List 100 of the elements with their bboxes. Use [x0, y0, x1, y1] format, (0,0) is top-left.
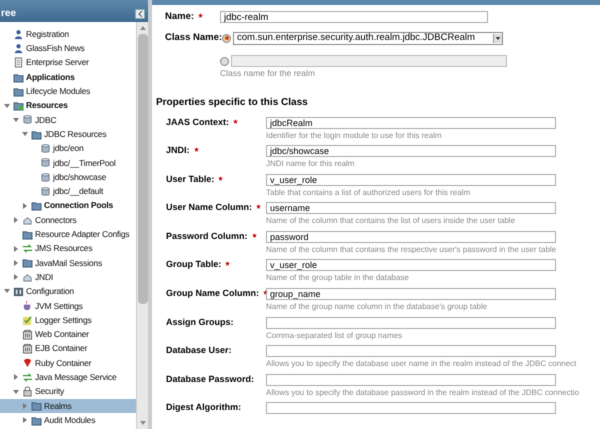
text-field[interactable] — [266, 374, 556, 386]
tree-label: Realms — [44, 402, 72, 410]
text-field[interactable] — [266, 345, 556, 358]
collapsed-caret-icon[interactable] — [22, 202, 28, 209]
collapsed-caret-icon[interactable] — [22, 402, 28, 409]
radio-button[interactable] — [222, 34, 231, 42]
field-hint: Identifier for the login module to use for this realm — [266, 130, 443, 140]
folder-icon — [22, 257, 33, 268]
tree-item[interactable]: Connection Pools — [0, 198, 136, 213]
person-icon — [13, 28, 24, 40]
tree-item[interactable]: Configuration — [0, 284, 136, 299]
tree-label: GlassFish News — [26, 44, 85, 53]
tree-item[interactable]: EJB Container — [0, 342, 136, 356]
text-field[interactable] — [266, 402, 556, 414]
field-hint: Class name for the realm — [220, 69, 316, 78]
text-field[interactable]: v_user_role — [266, 174, 556, 186]
tree-item[interactable]: JavaMail Sessions — [0, 256, 136, 270]
field-label: Database Password: — [166, 374, 254, 386]
expanded-caret-icon[interactable] — [13, 388, 19, 395]
tree-item[interactable]: Security — [0, 384, 136, 399]
arrows-icon — [22, 372, 33, 383]
name-field[interactable]: jdbc-realm — [220, 11, 488, 23]
scrollbar[interactable] — [136, 22, 148, 429]
text-field[interactable] — [266, 316, 556, 329]
scroll-down-icon[interactable] — [140, 420, 146, 426]
scrollbar-thumb[interactable] — [138, 34, 148, 304]
field-label: Group Table: — [166, 260, 222, 272]
tree-label: EJB Container — [35, 344, 88, 353]
text-field[interactable]: jdbcRealm — [266, 116, 556, 128]
tree-item[interactable]: GlassFish News — [0, 41, 136, 56]
tree-item[interactable]: Logger Settings — [0, 312, 136, 328]
tree-label: jdbc/showcase — [53, 172, 106, 182]
field-hint: Name of the column that contains the respective user's password in the user table — [266, 244, 558, 254]
tree-item[interactable]: Ruby Container — [0, 356, 136, 370]
folder-icon — [31, 200, 42, 212]
tree-label: Java Message Service — [35, 373, 117, 382]
connector-icon — [22, 272, 33, 283]
tree-label: Audit Modules — [44, 416, 96, 424]
collapsed-caret-icon[interactable] — [13, 260, 19, 266]
field-label: JAAS Context: — [166, 118, 230, 128]
class-select[interactable]: com.sun.enterprise.security.auth.realm.jdbc.JDBCRealm — [233, 32, 503, 44]
expanded-caret-icon[interactable] — [22, 131, 28, 138]
collapsed-caret-icon[interactable] — [13, 217, 19, 223]
text-field[interactable]: jdbc/showcase — [266, 145, 556, 158]
connector-icon — [22, 214, 33, 226]
collapsed-caret-icon[interactable] — [13, 374, 19, 380]
tree-item[interactable]: Audit Modules — [0, 413, 136, 428]
collapsed-caret-icon[interactable] — [13, 274, 19, 280]
field-label: Database User: — [166, 346, 232, 358]
document-icon — [13, 57, 24, 68]
tree-label: Configuration — [26, 287, 74, 296]
config-icon — [13, 286, 24, 297]
field-label: JNDI: — [166, 146, 190, 158]
tree-item[interactable]: Registration — [0, 27, 136, 42]
field-hint: Name of the group name column in the database's group table — [266, 302, 488, 312]
tree-item[interactable]: Enterprise Server — [0, 56, 136, 70]
tree-item[interactable]: Resources — [0, 98, 136, 113]
tree-item[interactable]: Connectors — [0, 212, 136, 228]
tree-item[interactable]: JVM Settings — [0, 298, 136, 313]
tree-item[interactable]: Lifecycle Modules — [0, 84, 136, 98]
collapsed-caret-icon[interactable] — [13, 246, 19, 252]
field-hint: JNDI name for this realm — [266, 159, 356, 168]
tree-label: JavaMail Sessions — [35, 258, 102, 268]
text-field[interactable]: username — [266, 202, 556, 214]
field-label: Class Name: — [165, 33, 222, 43]
tree-item[interactable]: JDBC Resources — [0, 127, 136, 142]
field-label: Password Column: — [166, 232, 248, 243]
collapsed-caret-icon[interactable] — [22, 417, 28, 424]
collapse-button[interactable] — [135, 9, 145, 19]
tree-item[interactable]: JNDI — [0, 270, 136, 284]
class-text-field[interactable] — [231, 55, 507, 67]
tree-item[interactable]: Java Message Service — [0, 370, 136, 384]
tree-item[interactable]: jdbc/__default — [0, 184, 136, 199]
expanded-caret-icon[interactable] — [4, 102, 10, 109]
folder-icon — [31, 400, 42, 412]
tree-item[interactable]: Realms — [0, 398, 136, 414]
tree-item[interactable]: jdbc/showcase — [0, 170, 136, 184]
scroll-up-icon[interactable] — [140, 25, 146, 31]
tree-item[interactable]: jdbc/eon — [0, 141, 136, 156]
field-label: Name: — [165, 12, 194, 22]
tree-item[interactable]: jdbc/__TimerPool — [0, 156, 136, 170]
tree-item[interactable]: Resource Adapter Configs — [0, 227, 136, 242]
folder-icon — [31, 128, 42, 140]
person-icon — [13, 42, 24, 54]
tree-label: Connection Pools — [44, 201, 114, 210]
tree-label: JNDI — [35, 272, 54, 282]
tree-item[interactable]: Applications — [0, 70, 136, 84]
tree-label: Lifecycle Modules — [26, 87, 90, 96]
tree-item[interactable]: JDBC — [0, 112, 136, 128]
dropdown-caret-icon — [493, 34, 502, 42]
expanded-caret-icon[interactable] — [4, 288, 10, 294]
text-field[interactable]: password — [266, 230, 556, 243]
tree-item[interactable]: JMS Resources — [0, 241, 136, 256]
text-field[interactable]: group_name — [266, 288, 556, 300]
text-field[interactable]: v_user_role — [266, 259, 556, 272]
tree-item[interactable]: Web Container — [0, 327, 136, 342]
tree-label: Security — [35, 387, 64, 396]
lock-icon — [22, 386, 33, 398]
expanded-caret-icon[interactable] — [13, 116, 19, 123]
radio-button[interactable] — [220, 56, 229, 66]
